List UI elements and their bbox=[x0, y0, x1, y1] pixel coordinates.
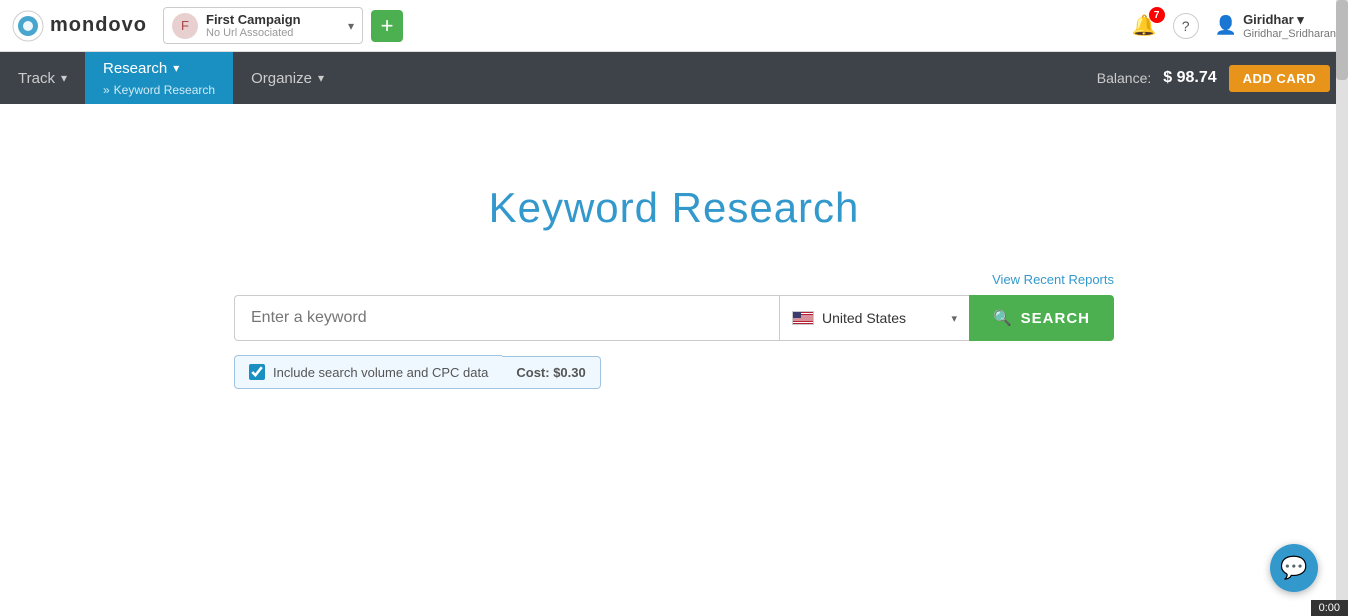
checkbox-area[interactable]: Include search volume and CPC data bbox=[234, 355, 502, 389]
campaign-selector[interactable]: F First Campaign No Url Associated ▾ bbox=[163, 7, 363, 44]
nav-right: Balance: $ 98.74 ADD CARD bbox=[1079, 52, 1348, 104]
nav-track-label: Track bbox=[18, 70, 55, 87]
topbar: mondovo F First Campaign No Url Associat… bbox=[0, 0, 1348, 52]
include-volume-checkbox[interactable] bbox=[249, 364, 265, 380]
user-icon: 👤 bbox=[1215, 15, 1237, 36]
campaign-dropdown-arrow: ▾ bbox=[348, 19, 354, 33]
search-button-label: SEARCH bbox=[1021, 310, 1090, 327]
search-row: United States ▾ 🔍 SEARCH bbox=[234, 295, 1114, 341]
help-icon: ? bbox=[1182, 18, 1190, 34]
nav-research-label: Research bbox=[103, 60, 167, 77]
options-row: Include search volume and CPC data Cost:… bbox=[234, 355, 1114, 389]
logo-text: mondovo bbox=[50, 14, 147, 37]
nav-organize-arrow: ▾ bbox=[318, 71, 324, 85]
keyword-input[interactable] bbox=[234, 295, 779, 341]
campaign-url: No Url Associated bbox=[206, 27, 348, 39]
country-name: United States bbox=[822, 310, 943, 326]
logo-icon bbox=[12, 10, 44, 42]
view-recent-reports-link[interactable]: View Recent Reports bbox=[992, 272, 1114, 287]
navbar: Track ▾ Research ▾ » Keyword Research Or… bbox=[0, 52, 1348, 104]
balance-amount: $ 98.74 bbox=[1163, 69, 1216, 87]
user-sub-name: Giridhar_Sridharan bbox=[1243, 28, 1336, 40]
nav-item-track[interactable]: Track ▾ bbox=[0, 52, 85, 104]
search-icon: 🔍 bbox=[993, 309, 1013, 327]
nav-item-organize[interactable]: Organize ▾ bbox=[233, 52, 342, 104]
balance-label: Balance: bbox=[1097, 70, 1151, 86]
user-names: Giridhar ▾ Giridhar_Sridharan bbox=[1243, 12, 1336, 40]
campaign-avatar: F bbox=[172, 13, 198, 39]
nav-research-label-row: Research ▾ bbox=[103, 60, 179, 77]
chat-icon: 💬 bbox=[1280, 555, 1307, 581]
cost-area: Cost: $0.30 bbox=[502, 356, 600, 389]
campaign-name: First Campaign bbox=[206, 12, 348, 27]
main-content: Keyword Research View Recent Reports Uni… bbox=[0, 104, 1348, 389]
nav-organize-label: Organize bbox=[251, 70, 312, 87]
notification-badge: 7 bbox=[1149, 7, 1165, 23]
notifications-button[interactable]: 🔔 7 bbox=[1132, 13, 1157, 38]
campaign-info: First Campaign No Url Associated bbox=[206, 12, 348, 39]
nav-track-arrow: ▾ bbox=[61, 71, 67, 85]
page-title: Keyword Research bbox=[489, 184, 860, 232]
user-display-name: Giridhar ▾ bbox=[1243, 12, 1336, 28]
scrollbar-thumb[interactable] bbox=[1336, 0, 1348, 80]
us-flag-icon bbox=[792, 311, 814, 325]
bottom-bar: 0:00 bbox=[1311, 600, 1348, 616]
logo[interactable]: mondovo bbox=[12, 10, 147, 42]
nav-research-sub: » Keyword Research bbox=[103, 83, 215, 97]
checkbox-label: Include search volume and CPC data bbox=[273, 365, 488, 380]
search-button[interactable]: 🔍 SEARCH bbox=[969, 295, 1114, 341]
country-dropdown-arrow: ▾ bbox=[951, 312, 957, 325]
bottom-time: 0:00 bbox=[1319, 602, 1340, 614]
user-menu[interactable]: 👤 Giridhar ▾ Giridhar_Sridharan bbox=[1215, 12, 1336, 40]
chat-button[interactable]: 💬 bbox=[1270, 544, 1318, 592]
nav-item-research[interactable]: Research ▾ » Keyword Research bbox=[85, 52, 233, 104]
nav-research-arrow: ▾ bbox=[173, 61, 179, 75]
scrollbar[interactable] bbox=[1336, 0, 1348, 616]
add-card-button[interactable]: ADD CARD bbox=[1229, 65, 1330, 92]
topbar-right: 🔔 7 ? 👤 Giridhar ▾ Giridhar_Sridharan bbox=[1132, 12, 1336, 40]
cost-label: Cost: $0.30 bbox=[516, 365, 585, 380]
country-select[interactable]: United States ▾ bbox=[779, 295, 969, 341]
add-campaign-button[interactable]: + bbox=[371, 10, 403, 42]
nav-research-sublabel: Keyword Research bbox=[114, 83, 215, 97]
help-button[interactable]: ? bbox=[1173, 13, 1199, 39]
